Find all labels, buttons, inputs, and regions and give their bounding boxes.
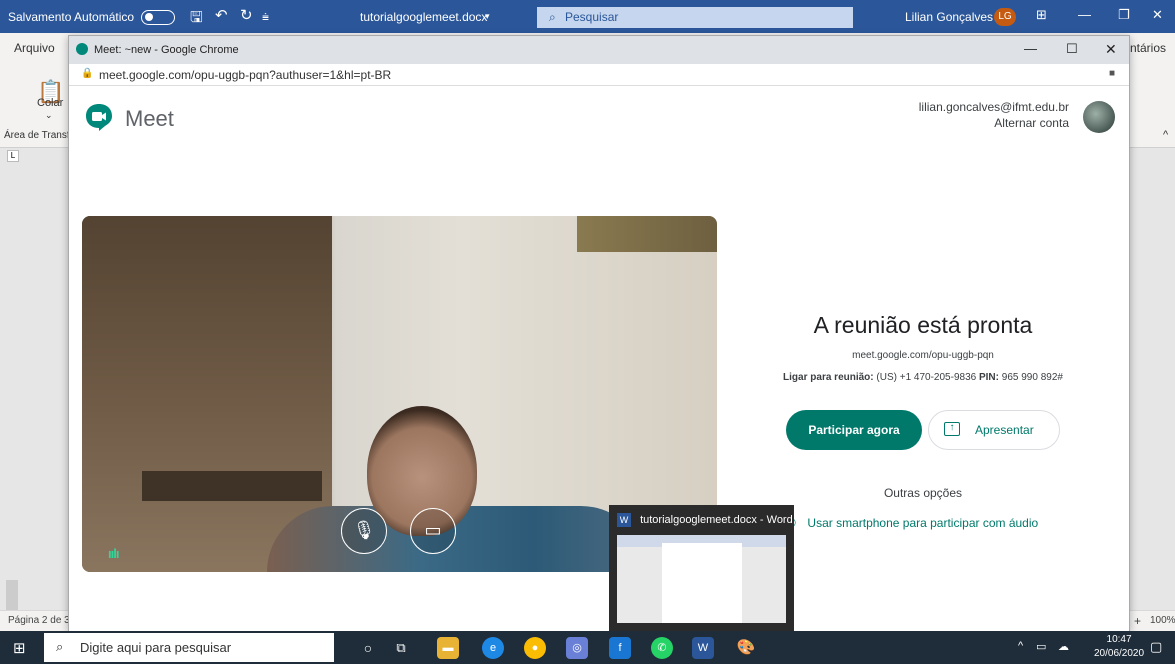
- thumbnail-title: tutorialgooglemeet.docx - Word: [640, 513, 793, 526]
- zoom-level[interactable]: 100%: [1150, 615, 1175, 626]
- paste-label[interactable]: Colar: [37, 97, 63, 109]
- save-icon[interactable]: 🖫: [190, 7, 203, 32]
- user-name[interactable]: Lilian Gonçalves: [905, 10, 993, 24]
- avatar[interactable]: [1083, 101, 1115, 133]
- video-background: [577, 216, 717, 252]
- notifications-icon[interactable]: ▢: [1150, 639, 1162, 655]
- video-background: [142, 471, 322, 501]
- meeting-link: meet.google.com/opu-uggb-pqn: [852, 350, 994, 361]
- word-search-placeholder: Pesquisar: [565, 10, 619, 24]
- chrome-window: Meet: ~new - Google Chrome — ☐ ✕ 🔒 meet.…: [68, 35, 1130, 632]
- account-email: lilian.goncalves@ifmt.edu.br: [918, 100, 1069, 114]
- taskbar-search-placeholder: Digite aqui para pesquisar: [80, 640, 232, 655]
- collapse-ribbon-icon[interactable]: ^: [1163, 129, 1168, 141]
- camera-icon: ▭: [424, 520, 442, 540]
- chrome-titlebar: Meet: ~new - Google Chrome — ☐ ✕: [69, 36, 1129, 64]
- clock-time: 10:47: [1106, 634, 1132, 645]
- microphone-icon: 🎙: [352, 520, 376, 540]
- search-icon: ⌕: [549, 10, 556, 24]
- ready-title: A reunião está pronta: [813, 312, 1033, 338]
- edge-icon[interactable]: e: [482, 637, 504, 659]
- facebook-icon[interactable]: f: [609, 637, 631, 659]
- undo-icon[interactable]: ↶: [215, 6, 228, 24]
- join-now-button[interactable]: Participar agora: [786, 410, 922, 450]
- battery-icon[interactable]: ▭: [1036, 640, 1046, 653]
- other-options-label: Outras opções: [883, 486, 963, 500]
- vertical-ruler: [6, 580, 18, 610]
- meet-logo-icon[interactable]: [85, 103, 113, 131]
- camera-button[interactable]: ▭: [410, 508, 456, 554]
- windows-taskbar: ⊞ ⌕ Digite aqui para pesquisar ○ ⧉ ▬ e ●…: [0, 631, 1175, 664]
- autosave-toggle[interactable]: [141, 10, 175, 25]
- meet-page: Meet lilian.goncalves@ifmt.edu.br Altern…: [69, 86, 1129, 632]
- task-view-icon[interactable]: ⧉: [390, 637, 412, 659]
- dial-in-number: (US) +1 470-205-9836: [876, 372, 977, 383]
- dial-in-info: Ligar para reunião: (US) +1 470-205-9836…: [709, 372, 1137, 383]
- cloud-icon[interactable]: ☁: [1058, 640, 1069, 653]
- thumbnail-preview[interactable]: [617, 535, 786, 623]
- word-icon: W: [617, 513, 631, 527]
- app-icon[interactable]: ◎: [566, 637, 588, 659]
- word-search-box[interactable]: ⌕ Pesquisar: [537, 7, 853, 28]
- minimize-icon[interactable]: —: [1024, 41, 1037, 56]
- meet-favicon-icon: [76, 43, 88, 55]
- clipboard-group-label: Área de Transf: [4, 130, 70, 141]
- ribbon-display-icon[interactable]: ⊞: [1036, 7, 1047, 23]
- doc-name[interactable]: tutorialgooglemeet.docx: [360, 10, 487, 24]
- meet-app-name: Meet: [125, 106, 174, 131]
- file-explorer-icon[interactable]: ▬: [437, 637, 459, 659]
- lock-icon[interactable]: 🔒: [81, 68, 93, 79]
- chevron-up-icon[interactable]: ^: [1018, 640, 1023, 652]
- address-bar[interactable]: 🔒 meet.google.com/opu-uggb-pqn?authuser=…: [69, 64, 1129, 86]
- microphone-button[interactable]: 🎙: [341, 508, 387, 554]
- autosave-label: Salvamento Automático: [8, 10, 135, 24]
- page-status[interactable]: Página 2 de 3: [8, 615, 70, 626]
- minimize-icon[interactable]: —: [1078, 7, 1091, 22]
- paint-icon[interactable]: 🎨: [735, 637, 757, 659]
- pin-label: PIN:: [978, 372, 999, 383]
- taskbar-search-box[interactable]: ⌕ Digite aqui para pesquisar: [44, 633, 334, 662]
- avatar[interactable]: LG: [994, 8, 1016, 26]
- zoom-in-icon[interactable]: +: [1134, 614, 1141, 628]
- close-icon[interactable]: ✕: [1105, 41, 1117, 58]
- cortana-icon[interactable]: ○: [357, 637, 379, 659]
- comments-tab[interactable]: ntários: [1130, 41, 1166, 55]
- audio-level-icon: ıılı: [108, 546, 119, 561]
- smartphone-audio-option[interactable]: ✆ Usar smartphone para participar com áu…: [786, 516, 1038, 530]
- word-titlebar: Salvamento Automático 🖫 ↶ ↻ ⩧ tutorialgo…: [0, 0, 1175, 33]
- search-icon: ⌕: [56, 639, 64, 654]
- dial-in-label: Ligar para reunião:: [783, 372, 874, 383]
- switch-account-link[interactable]: Alternar conta: [994, 116, 1069, 130]
- present-label: Apresentar: [975, 423, 1034, 437]
- system-clock[interactable]: 10:47 20/06/2020: [1094, 633, 1144, 661]
- windows-start-icon[interactable]: ⊞: [13, 639, 26, 657]
- redo-icon[interactable]: ↻: [240, 6, 253, 24]
- chevron-down-icon[interactable]: ⌄: [45, 110, 53, 121]
- menu-arquivo[interactable]: Arquivo: [14, 41, 55, 55]
- taskbar-thumbnail[interactable]: W tutorialgooglemeet.docx - Word: [609, 505, 794, 631]
- thumbnail-header: W tutorialgooglemeet.docx - Word: [617, 513, 793, 527]
- close-icon[interactable]: ✕: [1152, 7, 1163, 23]
- url-text[interactable]: meet.google.com/opu-uggb-pqn?authuser=1&…: [99, 68, 391, 82]
- word-icon[interactable]: W: [692, 637, 714, 659]
- whatsapp-icon[interactable]: ✆: [651, 637, 673, 659]
- maximize-icon[interactable]: ☐: [1066, 41, 1078, 57]
- pin-value: 965 990 892#: [1001, 372, 1063, 383]
- customize-icon[interactable]: ⩧: [262, 10, 269, 25]
- present-button[interactable]: ↑ Apresentar: [928, 410, 1060, 450]
- chevron-down-icon[interactable]: ▾: [485, 11, 490, 22]
- chrome-icon[interactable]: ●: [524, 637, 546, 659]
- clock-date: 20/06/2020: [1094, 648, 1145, 659]
- camera-icon[interactable]: ■: [1109, 68, 1115, 79]
- tab-selector-icon[interactable]: L: [7, 150, 19, 162]
- restore-icon[interactable]: ❐: [1118, 7, 1130, 23]
- chrome-tab-title: Meet: ~new - Google Chrome: [94, 44, 239, 56]
- smartphone-audio-label: Usar smartphone para participar com áudi…: [807, 516, 1039, 530]
- present-icon: ↑: [944, 422, 960, 436]
- thumbnail-page: [662, 543, 742, 623]
